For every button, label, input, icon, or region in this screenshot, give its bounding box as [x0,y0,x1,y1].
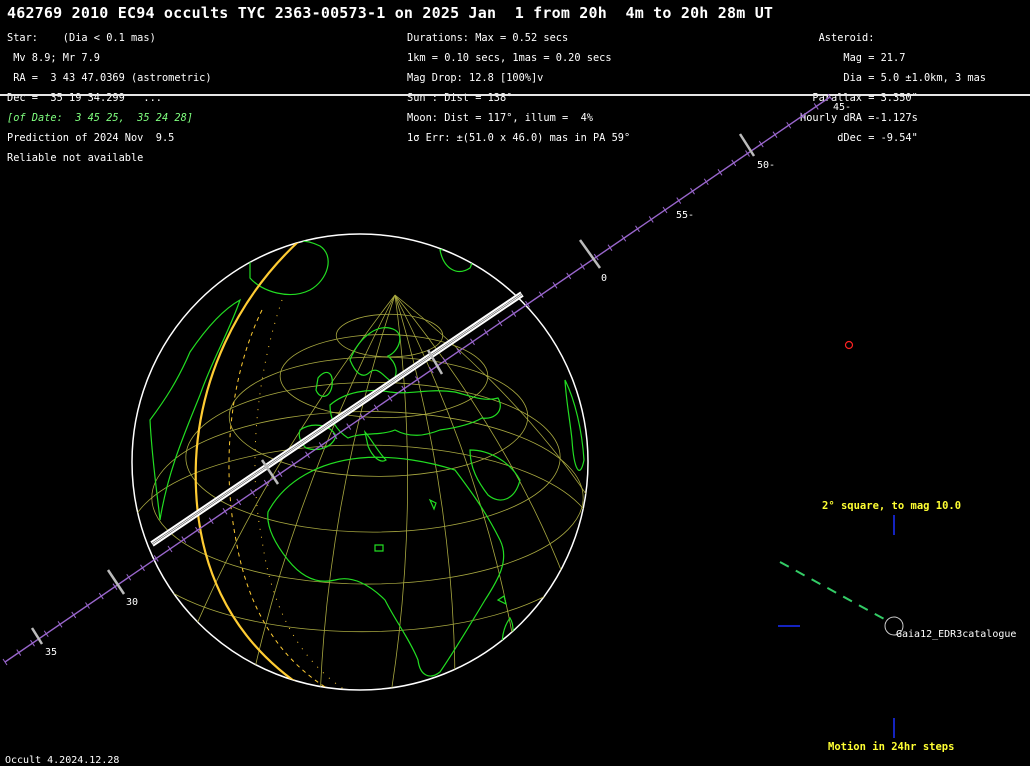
track-minor-tick [758,140,764,148]
track-minor-tick [676,197,682,204]
track-minor-tick [85,602,90,609]
track-minor-tick [16,649,22,656]
track-minor-tick [607,244,613,251]
track-minor-tick [98,592,104,600]
track-minor-tick [717,169,723,176]
track-minor-tick [648,216,654,223]
track-label: 35 [45,647,57,658]
track-minor-tick [126,573,132,581]
star-chart-caption: 2° square, to mag 10.0 [822,500,962,512]
track-minor-tick [813,103,819,110]
track-minor-tick [731,159,737,167]
track-major-tick [30,627,44,645]
occultation-plot: 45- 50- 55- 0 30 35 [2,93,904,738]
track-label: 0 [601,273,607,284]
asteroid-motion-line [779,561,887,621]
version-footer: Occult 4.2024.12.28 [5,755,120,766]
track-minor-tick [745,150,750,157]
track-minor-tick [71,611,77,619]
track-minor-tick [621,234,627,242]
track-minor-tick [690,187,695,195]
track-minor-tick [635,225,640,233]
track-minor-tick [827,93,833,101]
track-minor-tick [662,206,668,214]
track-major-tick [578,239,602,269]
track-minor-tick [703,178,709,186]
catalogue-label: Gaia12_EDR3catalogue [896,629,1017,640]
track-label: 45- [833,102,851,113]
track-minor-tick [538,291,544,299]
track-label: 55- [676,210,694,221]
track-minor-tick [43,630,49,638]
track-minor-tick [57,621,63,628]
track-minor-tick [580,263,585,270]
motion-note: Motion in 24hr steps [828,741,955,753]
track-minor-tick [566,272,572,280]
track-minor-tick [552,282,558,289]
track-minor-tick [786,121,792,129]
earth-globe [131,233,589,691]
track-minor-tick [30,639,35,647]
track-label: 30 [126,597,138,608]
track-minor-tick [772,131,778,138]
track-minor-tick [800,112,805,120]
star-chart-crosshair [778,515,895,738]
target-star-marker [844,340,854,350]
track-minor-tick [2,658,8,666]
track-minor-tick [140,564,145,572]
track-label: 50- [757,160,775,171]
